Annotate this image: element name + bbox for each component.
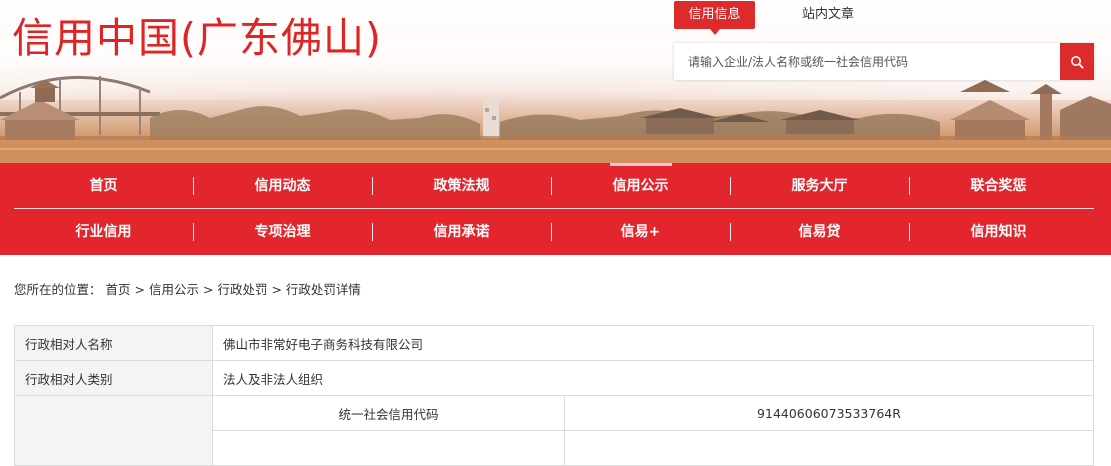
nav-item-special-governance[interactable]: 专项治理 [193, 209, 372, 255]
field-value: 法人及非法人组织 [212, 360, 1094, 396]
breadcrumb-current: 行政处罚详情 [285, 282, 361, 297]
search-icon [1071, 55, 1084, 69]
nav-item-home[interactable]: 首页 [14, 163, 193, 209]
breadcrumb-separator: > [271, 282, 282, 297]
field-label: 行政相对人名称 [14, 325, 213, 361]
sub-field-label: 统一社会信用代码 [212, 395, 565, 431]
search-box [674, 43, 1094, 80]
nav-item-policies[interactable]: 政策法规 [372, 163, 551, 209]
breadcrumb-admin-penalty[interactable]: 行政处罚 [217, 282, 267, 297]
nav-item-xinyi-loan[interactable]: 信易贷 [730, 209, 909, 255]
nav-item-service-hall[interactable]: 服务大厅 [730, 163, 909, 209]
nav-item-credit-knowledge[interactable]: 信用知识 [909, 209, 1088, 255]
tab-credit-info[interactable]: 信用信息 [674, 1, 755, 35]
main-nav: 首页 信用动态 政策法规 信用公示 服务大厅 联合奖惩 行业信用 专项治理 信用… [0, 163, 1111, 255]
breadcrumb-credit-publicity[interactable]: 信用公示 [149, 282, 199, 297]
breadcrumb: 您所在的位置： 首页 > 信用公示 > 行政处罚 > 行政处罚详情 [14, 281, 361, 299]
sub-field-label-empty [212, 430, 565, 466]
sub-field-value: 91440606073533764R [564, 395, 1094, 431]
header-banner: 信用中国(广东佛山) 信用信息 站内文章 [0, 0, 1111, 163]
field-label-empty [14, 395, 213, 466]
search-input[interactable] [674, 43, 1060, 80]
breadcrumb-separator: > [134, 282, 145, 297]
nav-item-industry-credit[interactable]: 行业信用 [14, 209, 193, 255]
nav-item-credit-news[interactable]: 信用动态 [193, 163, 372, 209]
breadcrumb-separator: > [202, 282, 214, 297]
penalty-detail-table: 行政相对人名称 佛山市非常好电子商务科技有限公司 行政相对人类别 法人及非法人组… [14, 325, 1094, 466]
nav-active-indicator [610, 163, 672, 166]
table-row: 行政相对人类别 法人及非法人组织 [14, 360, 1094, 396]
nav-item-credit-commitment[interactable]: 信用承诺 [372, 209, 551, 255]
nav-row-2: 行业信用 专项治理 信用承诺 信易+ 信易贷 信用知识 [14, 209, 1094, 255]
table-row: 统一社会信用代码 91440606073533764R [14, 395, 1094, 466]
nav-row-1: 首页 信用动态 政策法规 信用公示 服务大厅 联合奖惩 [14, 163, 1094, 209]
nav-item-credit-publicity[interactable]: 信用公示 [551, 163, 730, 209]
breadcrumb-home[interactable]: 首页 [106, 282, 131, 297]
breadcrumb-prefix: 您所在的位置： [14, 282, 102, 297]
sub-field-value-empty [564, 430, 1094, 466]
site-title: 信用中国(广东佛山) [12, 14, 382, 62]
nav-item-label: 信用公示 [612, 178, 669, 194]
search-button[interactable] [1060, 43, 1094, 80]
field-value: 佛山市非常好电子商务科技有限公司 [212, 325, 1094, 361]
table-row: 行政相对人名称 佛山市非常好电子商务科技有限公司 [14, 325, 1094, 361]
nav-item-xinyi-plus[interactable]: 信易+ [551, 209, 730, 255]
nav-item-joint-rewards[interactable]: 联合奖惩 [909, 163, 1088, 209]
tab-site-articles[interactable]: 站内文章 [788, 1, 868, 29]
field-label: 行政相对人类别 [14, 360, 213, 396]
